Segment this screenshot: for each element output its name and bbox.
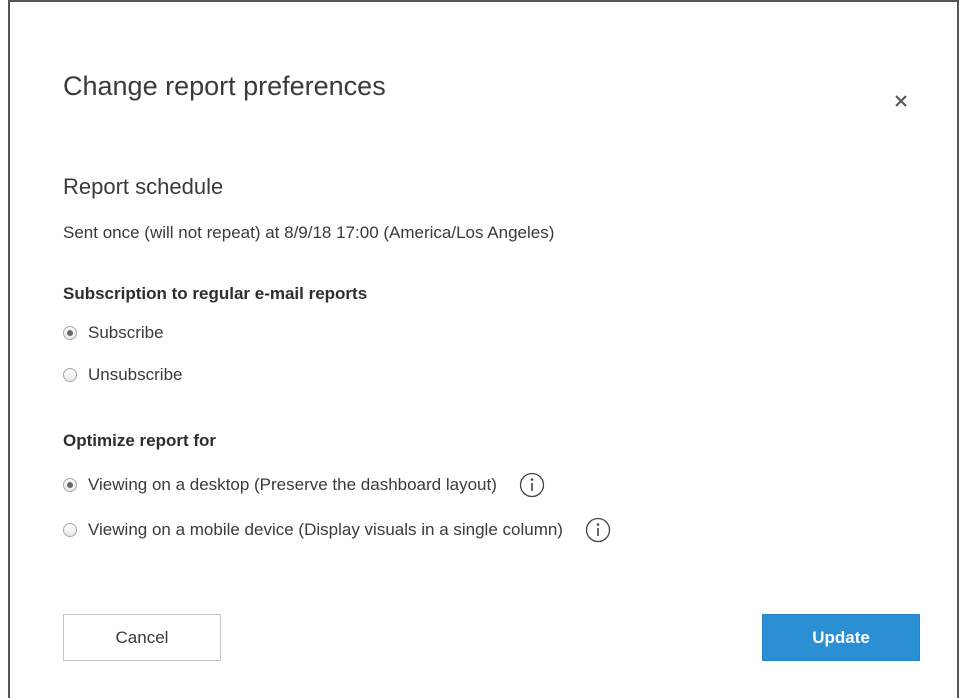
radio-label: Unsubscribe xyxy=(88,364,183,384)
radio-subscribe[interactable]: Subscribe xyxy=(63,320,164,346)
info-icon[interactable] xyxy=(519,472,545,498)
radio-label: Subscribe xyxy=(88,322,164,342)
radio-label: Viewing on a mobile device (Display visu… xyxy=(88,519,563,539)
info-icon[interactable] xyxy=(585,517,611,543)
radio-button-selected[interactable] xyxy=(63,478,77,492)
radio-mobile[interactable]: Viewing on a mobile device (Display visu… xyxy=(63,517,611,543)
subscription-heading: Subscription to regular e-mail reports xyxy=(63,284,368,303)
optimize-heading: Optimize report for xyxy=(63,431,217,450)
schedule-description: Sent once (will not repeat) at 8/9/18 17… xyxy=(63,223,555,242)
close-icon xyxy=(895,95,907,107)
dialog-title: Change report preferences xyxy=(63,71,386,101)
close-button[interactable] xyxy=(888,88,914,114)
radio-label: Viewing on a desktop (Preserve the dashb… xyxy=(88,474,497,494)
radio-button[interactable] xyxy=(63,368,77,382)
cancel-button[interactable]: Cancel xyxy=(63,614,221,661)
radio-button-selected[interactable] xyxy=(63,326,77,340)
radio-desktop[interactable]: Viewing on a desktop (Preserve the dashb… xyxy=(63,472,545,498)
radio-unsubscribe[interactable]: Unsubscribe xyxy=(63,362,183,388)
report-preferences-dialog: Change report preferences Report schedul… xyxy=(8,0,959,698)
report-schedule-heading: Report schedule xyxy=(63,174,224,199)
update-button[interactable]: Update xyxy=(762,614,920,661)
radio-button[interactable] xyxy=(63,523,77,537)
